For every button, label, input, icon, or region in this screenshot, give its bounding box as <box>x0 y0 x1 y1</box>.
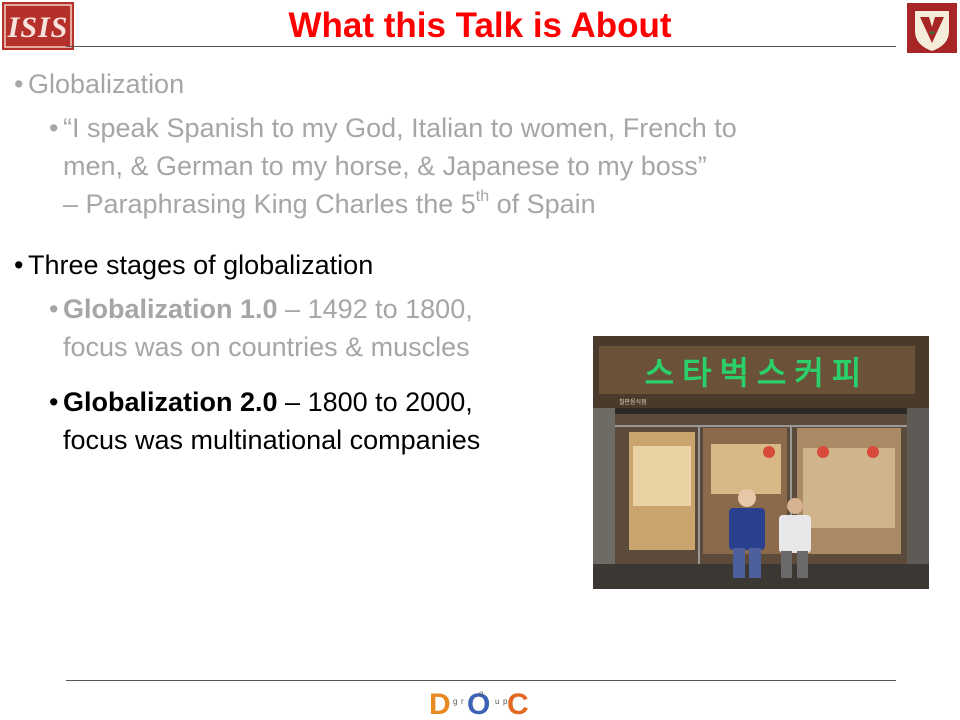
bullet-quote-line2: men, & German to my horse, & Japanese to… <box>63 147 707 185</box>
bullet-text: 1800 to 2000, <box>307 387 473 417</box>
doc-small-u: u <box>495 697 499 706</box>
bullet-text: Globalization <box>28 69 185 99</box>
bullet-dot: • <box>49 387 59 417</box>
sign-text: 스타벅스커피 <box>645 354 870 392</box>
bullet-bold: Globalization 1.0 <box>63 294 278 324</box>
bullet-dot: • <box>14 250 24 280</box>
bullet-text: Three stages of globalization <box>28 250 374 280</box>
doc-small-p: p <box>503 697 508 706</box>
bullet-bold: Globalization 2.0 <box>63 387 278 417</box>
bullet-text: men, & German to my horse, & Japanese to… <box>63 151 707 181</box>
attribution-text-end: of Spain <box>489 189 596 219</box>
bullet-globalization-2: • Globalization 2.0 – 1800 to 2000, <box>49 383 473 421</box>
storefront-photo: 스타벅스커피 칠판음식점 <box>593 336 929 589</box>
sign-subtext: 칠판음식점 <box>619 398 647 406</box>
slide-title: What this Talk is About <box>288 6 672 45</box>
bullet-text: – 1492 to 1800, <box>277 294 473 324</box>
bullet-globalization-1: • Globalization 1.0 – 1492 to 1800, <box>49 290 473 328</box>
doc-small-g: g <box>453 697 457 706</box>
doc-small-o: o <box>479 689 484 698</box>
bullet-dot: • <box>49 113 59 143</box>
bullet-globalization-2-line2: focus was multinational companies <box>63 421 480 459</box>
bullet-text: focus was on countries & muscles <box>63 332 470 362</box>
doc-small-r: r <box>461 697 464 706</box>
doc-group-logo: D O C g r o u p <box>429 688 529 720</box>
bullet-dash: – <box>277 387 308 417</box>
bullet-three-stages: • Three stages of globalization <box>14 246 374 284</box>
doc-letter-d: D <box>429 688 451 720</box>
bullet-dot: • <box>14 69 24 99</box>
bullet-text: “I speak Spanish to my God, Italian to w… <box>63 113 737 143</box>
bullet-globalization: • Globalization <box>14 65 185 103</box>
footer-divider <box>66 680 896 681</box>
bullet-globalization-1-line2: focus was on countries & muscles <box>63 328 470 366</box>
bullet-text: focus was multinational companies <box>63 425 481 455</box>
title-divider <box>66 46 896 47</box>
bullet-quote-attribution: – Paraphrasing King Charles the 5th of S… <box>63 185 596 223</box>
bullet-dot: • <box>49 294 59 324</box>
doc-letter-c: C <box>507 688 529 720</box>
attribution-ordinal: th <box>475 188 490 205</box>
bullet-quote-line1: • “I speak Spanish to my God, Italian to… <box>49 109 737 147</box>
attribution-text: – Paraphrasing King Charles the 5 <box>63 189 476 219</box>
